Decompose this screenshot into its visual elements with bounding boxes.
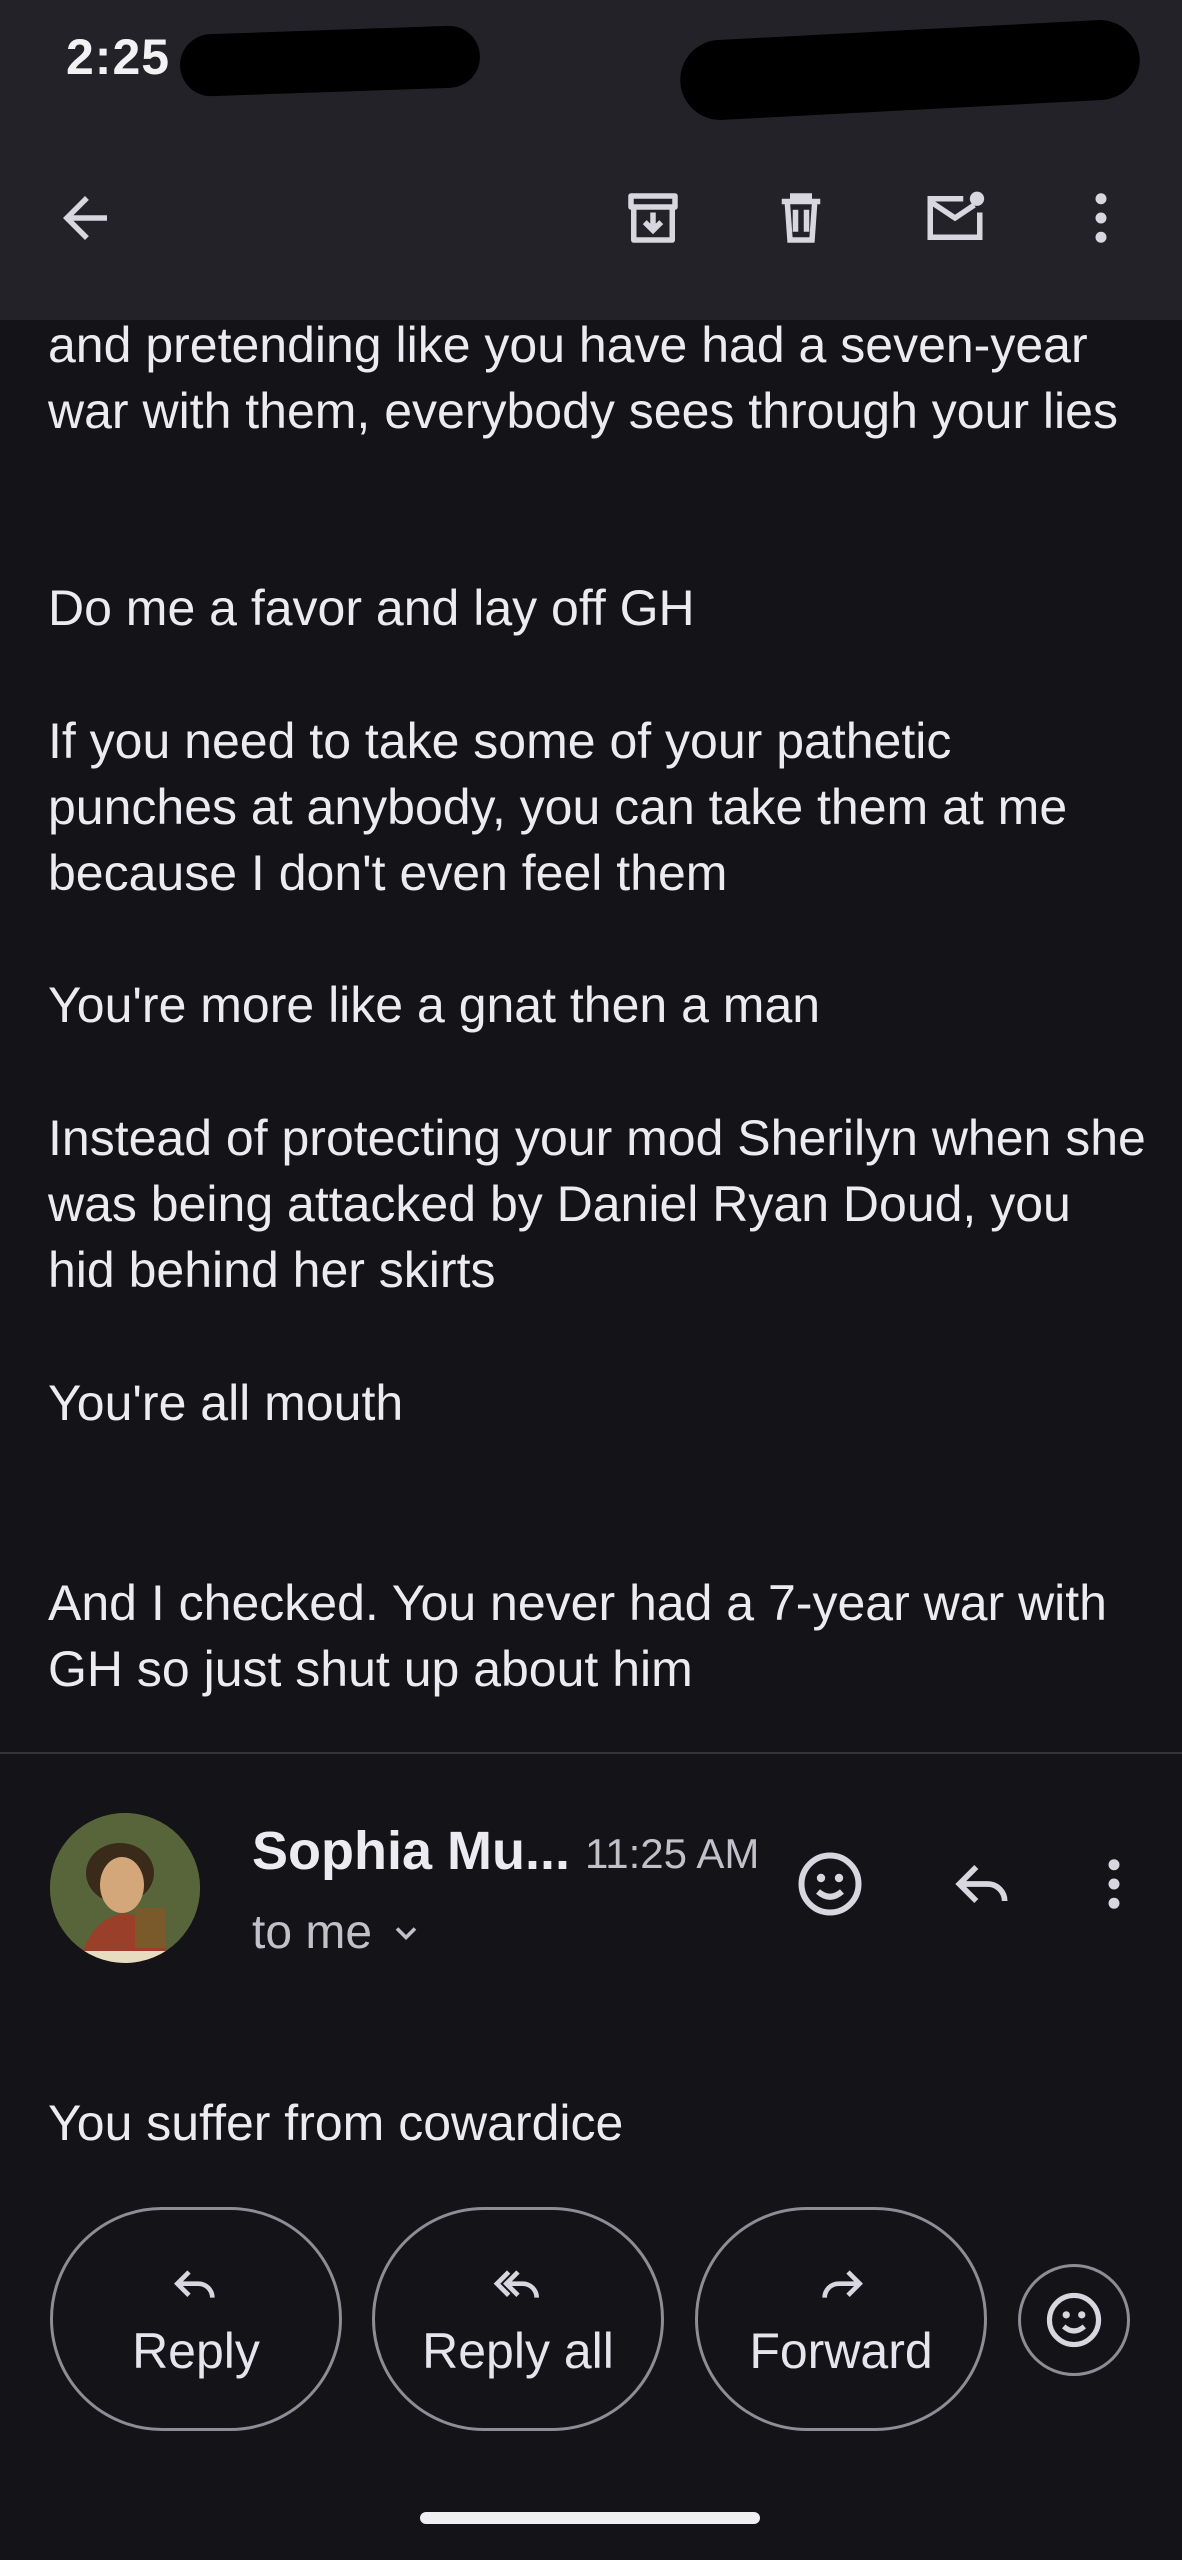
recipient-details-toggle[interactable]: to me [252,1905,424,1960]
mail-unread-icon [927,191,985,240]
archive-icon [628,193,678,243]
status-time: 2:25 [66,29,171,85]
message-more-button[interactable] [1072,1842,1156,1926]
mark-unread-button[interactable] [910,173,1000,263]
reply-all-icon [493,2270,539,2298]
message-paragraph: And I checked. You never had a 7-year wa… [48,1575,1107,1697]
redaction-mark [678,18,1142,122]
emoji-reaction-button[interactable] [1018,2264,1130,2376]
emoji-icon [1046,2292,1102,2348]
recipient-label: to me [252,1906,373,1959]
add-reaction-button[interactable] [788,1842,872,1926]
delete-button[interactable] [756,173,846,263]
reply-icon [955,1864,1008,1904]
message-paragraph: and pretending like you have had a seven… [48,317,1118,439]
message-paragraph: You're more like a gnat then a man [48,977,821,1033]
more-vert-icon [1095,193,1107,243]
status-bar: 2:25 [0,0,1182,122]
back-button[interactable] [40,173,130,263]
forward-label: Forward [749,2323,933,2379]
archive-button[interactable] [608,173,698,263]
avatar-image [50,1813,200,1963]
message-paragraph: You're all mouth [48,1375,404,1431]
reply-action-button[interactable]: Reply [50,2207,342,2431]
sender-name[interactable]: Sophia Mu... [252,1820,570,1882]
message-paragraph: Do me a favor and lay off GH [48,580,695,636]
arrow-back-icon [63,196,107,240]
reply-icon [174,2270,215,2298]
message-time: 11:25 AM [585,1830,760,1877]
trash-icon [781,193,821,243]
reply-all-action-button[interactable]: Reply all [372,2207,664,2431]
emoji-icon [798,1852,862,1916]
more-vert-icon [1108,1859,1120,1909]
more-options-button[interactable] [1056,173,1146,263]
chevron-down-icon [395,1926,417,1940]
home-indicator[interactable] [420,2512,760,2524]
message-paragraph: If you need to take some of your patheti… [48,713,1068,901]
avatar[interactable] [50,1813,200,1963]
email-toolbar [0,120,1182,320]
redaction-mark [179,24,481,98]
reply-button[interactable] [940,1842,1024,1926]
reply-all-label: Reply all [422,2323,614,2379]
message-paragraph: Instead of protecting your mod Sherilyn … [48,1110,1146,1298]
message-divider [0,1752,1182,1754]
message-body: You suffer from cowardice [48,2095,624,2151]
forward-action-button[interactable]: Forward [695,2207,987,2431]
forward-icon [822,2270,863,2298]
reply-label: Reply [132,2323,260,2379]
